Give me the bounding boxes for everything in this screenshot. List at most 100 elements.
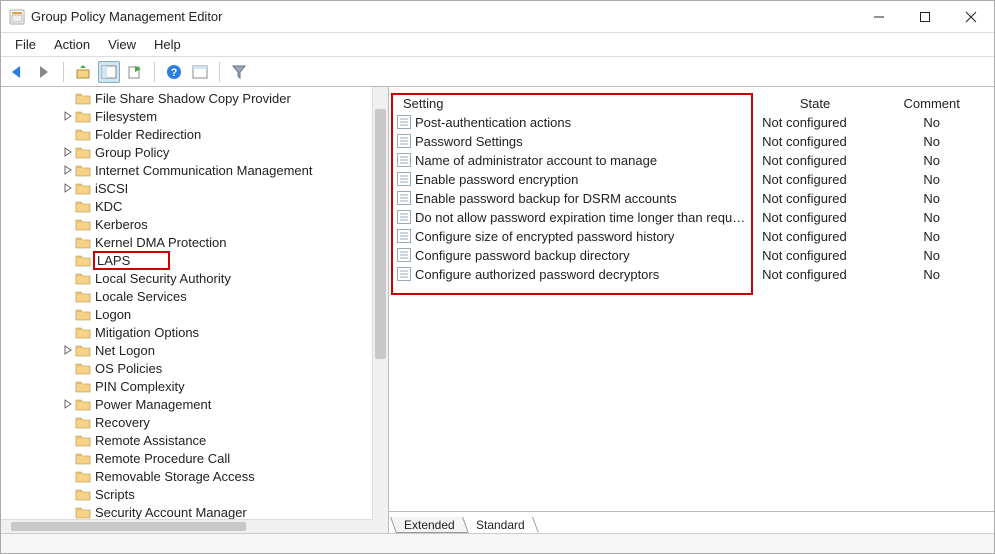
tree-item[interactable]: Internet Communication Management <box>1 161 372 179</box>
table-row[interactable]: Name of administrator account to manageN… <box>389 151 988 170</box>
folder-icon <box>75 361 91 375</box>
body: File Share Shadow Copy Provider Filesyste… <box>1 87 994 533</box>
tree-item[interactable]: Filesystem <box>1 107 372 125</box>
setting-comment: No <box>876 265 988 284</box>
expander-icon[interactable] <box>61 181 75 195</box>
maximize-button[interactable] <box>902 1 948 32</box>
help-button[interactable]: ? <box>163 61 185 83</box>
tree-item-label: Kernel DMA Protection <box>95 235 227 250</box>
titlebar: Group Policy Management Editor <box>1 1 994 33</box>
tree-horizontal-scrollbar[interactable] <box>1 519 372 533</box>
table-row[interactable]: Configure authorized password decryptors… <box>389 265 988 284</box>
tree-item[interactable]: LAPS <box>1 251 372 269</box>
tree-item[interactable]: Remote Assistance <box>1 431 372 449</box>
tree-item[interactable]: KDC <box>1 197 372 215</box>
expander-icon[interactable] <box>61 145 75 159</box>
table-row[interactable]: Post-authentication actionsNot configure… <box>389 113 988 132</box>
expander-empty <box>61 289 75 303</box>
tree-item-label: Power Management <box>95 397 211 412</box>
menu-file[interactable]: File <box>7 35 44 54</box>
menu-view[interactable]: View <box>100 35 144 54</box>
up-button[interactable] <box>72 61 94 83</box>
tree-item[interactable]: iSCSI <box>1 179 372 197</box>
minimize-button[interactable] <box>856 1 902 32</box>
tree-item[interactable]: Logon <box>1 305 372 323</box>
table-row[interactable]: Configure size of encrypted password his… <box>389 227 988 246</box>
menu-help[interactable]: Help <box>146 35 189 54</box>
column-header-state[interactable]: State <box>754 93 876 113</box>
menu-action[interactable]: Action <box>46 35 98 54</box>
back-button[interactable] <box>7 61 29 83</box>
tree-vertical-scrollbar[interactable] <box>372 87 388 519</box>
setting-state: Not configured <box>754 132 876 151</box>
tree-item[interactable]: Remote Procedure Call <box>1 449 372 467</box>
folder-icon <box>75 469 91 483</box>
folder-icon <box>75 397 91 411</box>
setting-icon <box>397 172 411 186</box>
tree-item[interactable]: Locale Services <box>1 287 372 305</box>
table-row[interactable]: Configure password backup directoryNot c… <box>389 246 988 265</box>
table-row[interactable]: Enable password encryptionNot configured… <box>389 170 988 189</box>
table-row[interactable]: Password Settings Not configuredNo <box>389 132 988 151</box>
tree-item[interactable]: OS Policies <box>1 359 372 377</box>
folder-icon <box>75 379 91 393</box>
tree-item-label: OS Policies <box>95 361 162 376</box>
tree-item[interactable]: Recovery <box>1 413 372 431</box>
expander-icon[interactable] <box>61 163 75 177</box>
svg-text:?: ? <box>171 67 178 79</box>
tree-item-label: Logon <box>95 307 131 322</box>
setting-state: Not configured <box>754 113 876 132</box>
tree-item[interactable]: Security Account Manager <box>1 503 372 519</box>
menubar: File Action View Help <box>1 33 994 57</box>
tab-standard[interactable]: Standard <box>462 517 539 533</box>
filter-button[interactable] <box>228 61 250 83</box>
folder-icon <box>75 505 91 519</box>
column-header-setting[interactable]: Setting <box>389 93 754 113</box>
expander-icon[interactable] <box>61 397 75 411</box>
tree-item[interactable]: Scripts <box>1 485 372 503</box>
setting-icon <box>397 210 411 224</box>
tree-item[interactable]: Removable Storage Access <box>1 467 372 485</box>
table-row[interactable]: Enable password backup for DSRM accounts… <box>389 189 988 208</box>
setting-comment: No <box>876 208 988 227</box>
tree[interactable]: File Share Shadow Copy Provider Filesyste… <box>1 87 372 519</box>
folder-icon <box>75 451 91 465</box>
toolbar: ? <box>1 57 994 87</box>
setting-icon <box>397 153 411 167</box>
tree-item[interactable]: Group Policy <box>1 143 372 161</box>
folder-icon <box>75 109 91 123</box>
setting-name: Do not allow password expiration time lo… <box>415 210 754 225</box>
setting-state: Not configured <box>754 227 876 246</box>
properties-button[interactable] <box>189 61 211 83</box>
setting-name: Password Settings <box>415 134 523 149</box>
tree-item[interactable]: PIN Complexity <box>1 377 372 395</box>
setting-state: Not configured <box>754 170 876 189</box>
tree-item-label: Kerberos <box>95 217 148 232</box>
setting-comment: No <box>876 132 988 151</box>
window-title: Group Policy Management Editor <box>31 9 856 24</box>
table-row[interactable]: Do not allow password expiration time lo… <box>389 208 988 227</box>
tree-item[interactable]: Mitigation Options <box>1 323 372 341</box>
tab-extended[interactable]: Extended <box>390 517 469 533</box>
export-button[interactable] <box>124 61 146 83</box>
setting-name: Configure size of encrypted password his… <box>415 229 674 244</box>
setting-name: Configure password backup directory <box>415 248 630 263</box>
folder-icon <box>75 307 91 321</box>
tree-item[interactable]: File Share Shadow Copy Provider <box>1 89 372 107</box>
column-header-comment[interactable]: Comment <box>876 93 988 113</box>
tree-item[interactable]: Net Logon <box>1 341 372 359</box>
tree-item[interactable]: Folder Redirection <box>1 125 372 143</box>
folder-icon <box>75 127 91 141</box>
tree-item[interactable]: Power Management <box>1 395 372 413</box>
forward-button[interactable] <box>33 61 55 83</box>
tree-item[interactable]: Kerberos <box>1 215 372 233</box>
expander-icon[interactable] <box>61 109 75 123</box>
close-button[interactable] <box>948 1 994 32</box>
expander-icon[interactable] <box>61 343 75 357</box>
tree-item[interactable]: Kernel DMA Protection <box>1 233 372 251</box>
expander-empty <box>61 271 75 285</box>
setting-state: Not configured <box>754 189 876 208</box>
show-hide-tree-button[interactable] <box>98 61 120 83</box>
tree-item[interactable]: Local Security Authority <box>1 269 372 287</box>
tree-item-label: Filesystem <box>95 109 157 124</box>
